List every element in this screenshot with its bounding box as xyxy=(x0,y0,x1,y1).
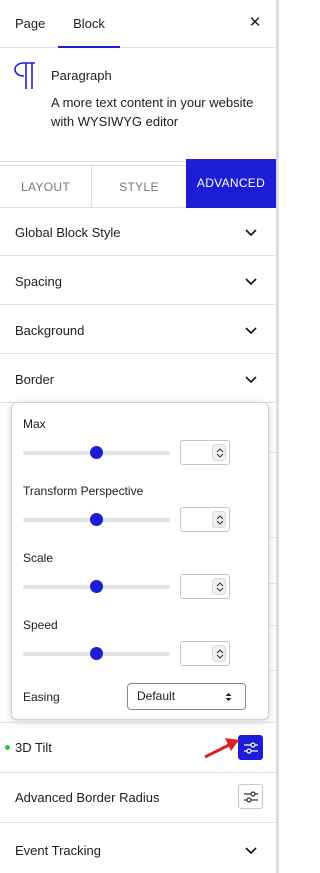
chevron-down-icon xyxy=(245,327,257,335)
tab-layout[interactable]: LAYOUT xyxy=(0,165,92,208)
transform-perspective-label: Transform Perspective xyxy=(23,484,144,498)
scale-slider-thumb[interactable] xyxy=(90,580,103,593)
panel-background[interactable]: Background xyxy=(0,305,276,354)
panel-label: Spacing xyxy=(15,274,62,289)
stepper-icon xyxy=(216,515,224,525)
stepper-icon xyxy=(216,649,224,659)
transform-perspective-slider-thumb[interactable] xyxy=(90,513,103,526)
chevron-down-icon xyxy=(245,376,257,384)
tilt-settings-popover: Max Transform Perspective Scale Speed Ea… xyxy=(11,402,269,720)
transform-perspective-input[interactable] xyxy=(180,507,230,532)
max-slider-thumb[interactable] xyxy=(90,446,103,459)
panel-event-tracking[interactable]: Event Tracking xyxy=(0,823,276,873)
scale-input[interactable] xyxy=(180,574,230,599)
chevron-down-icon xyxy=(245,847,257,855)
panel-label: Global Block Style xyxy=(15,225,121,240)
panel-label: Advanced Border Radius xyxy=(15,790,160,805)
border-radius-settings-button[interactable] xyxy=(238,784,263,809)
section-tabs: LAYOUT STYLE ADVANCED xyxy=(0,159,276,208)
paragraph-icon xyxy=(14,62,35,89)
speed-slider-thumb[interactable] xyxy=(90,647,103,660)
sliders-icon xyxy=(244,742,258,754)
easing-selected: Default xyxy=(137,689,176,703)
red-arrow-annotation xyxy=(204,738,239,759)
select-arrows-icon xyxy=(225,693,232,701)
block-title: Paragraph xyxy=(51,68,112,83)
chevron-down-icon xyxy=(245,229,257,237)
panel-label: Border xyxy=(15,372,55,387)
tab-page[interactable]: Page xyxy=(15,0,55,48)
tab-advanced[interactable]: ADVANCED xyxy=(186,159,276,208)
speed-label: Speed xyxy=(23,618,58,632)
panel-global-block-style[interactable]: Global Block Style xyxy=(0,208,276,256)
panel-advanced-border-radius[interactable]: Advanced Border Radius xyxy=(0,773,276,823)
chevron-down-icon xyxy=(245,278,257,286)
scale-label: Scale xyxy=(23,551,54,565)
tab-style[interactable]: STYLE xyxy=(92,165,186,208)
sidebar-tabs: Page Block ✕ xyxy=(0,0,276,48)
easing-select[interactable]: Default xyxy=(127,683,246,710)
stepper[interactable] xyxy=(212,511,226,528)
stepper-icon xyxy=(216,582,224,592)
speed-input[interactable] xyxy=(180,641,230,666)
block-description: A more text content in your website with… xyxy=(51,95,254,129)
panel-label: Event Tracking xyxy=(15,843,101,858)
stepper[interactable] xyxy=(212,645,226,662)
max-input[interactable] xyxy=(180,440,230,465)
panel-label: 3D Tilt xyxy=(15,740,52,755)
stepper[interactable] xyxy=(212,578,226,595)
stepper[interactable] xyxy=(212,444,226,461)
panel-spacing[interactable]: Spacing xyxy=(0,256,276,305)
panel-scrollbar[interactable] xyxy=(276,0,279,873)
panel-label: Background xyxy=(15,323,85,338)
stepper-icon xyxy=(216,448,224,458)
panel-border[interactable]: Border xyxy=(0,354,276,403)
tab-block[interactable]: Block xyxy=(58,0,120,48)
close-icon[interactable]: ✕ xyxy=(244,12,266,34)
max-label: Max xyxy=(23,417,46,431)
active-indicator-dot xyxy=(5,745,10,750)
sliders-icon xyxy=(244,791,258,803)
easing-label: Easing xyxy=(23,690,60,704)
block-info-card: Paragraph A more text content in your we… xyxy=(0,48,276,162)
